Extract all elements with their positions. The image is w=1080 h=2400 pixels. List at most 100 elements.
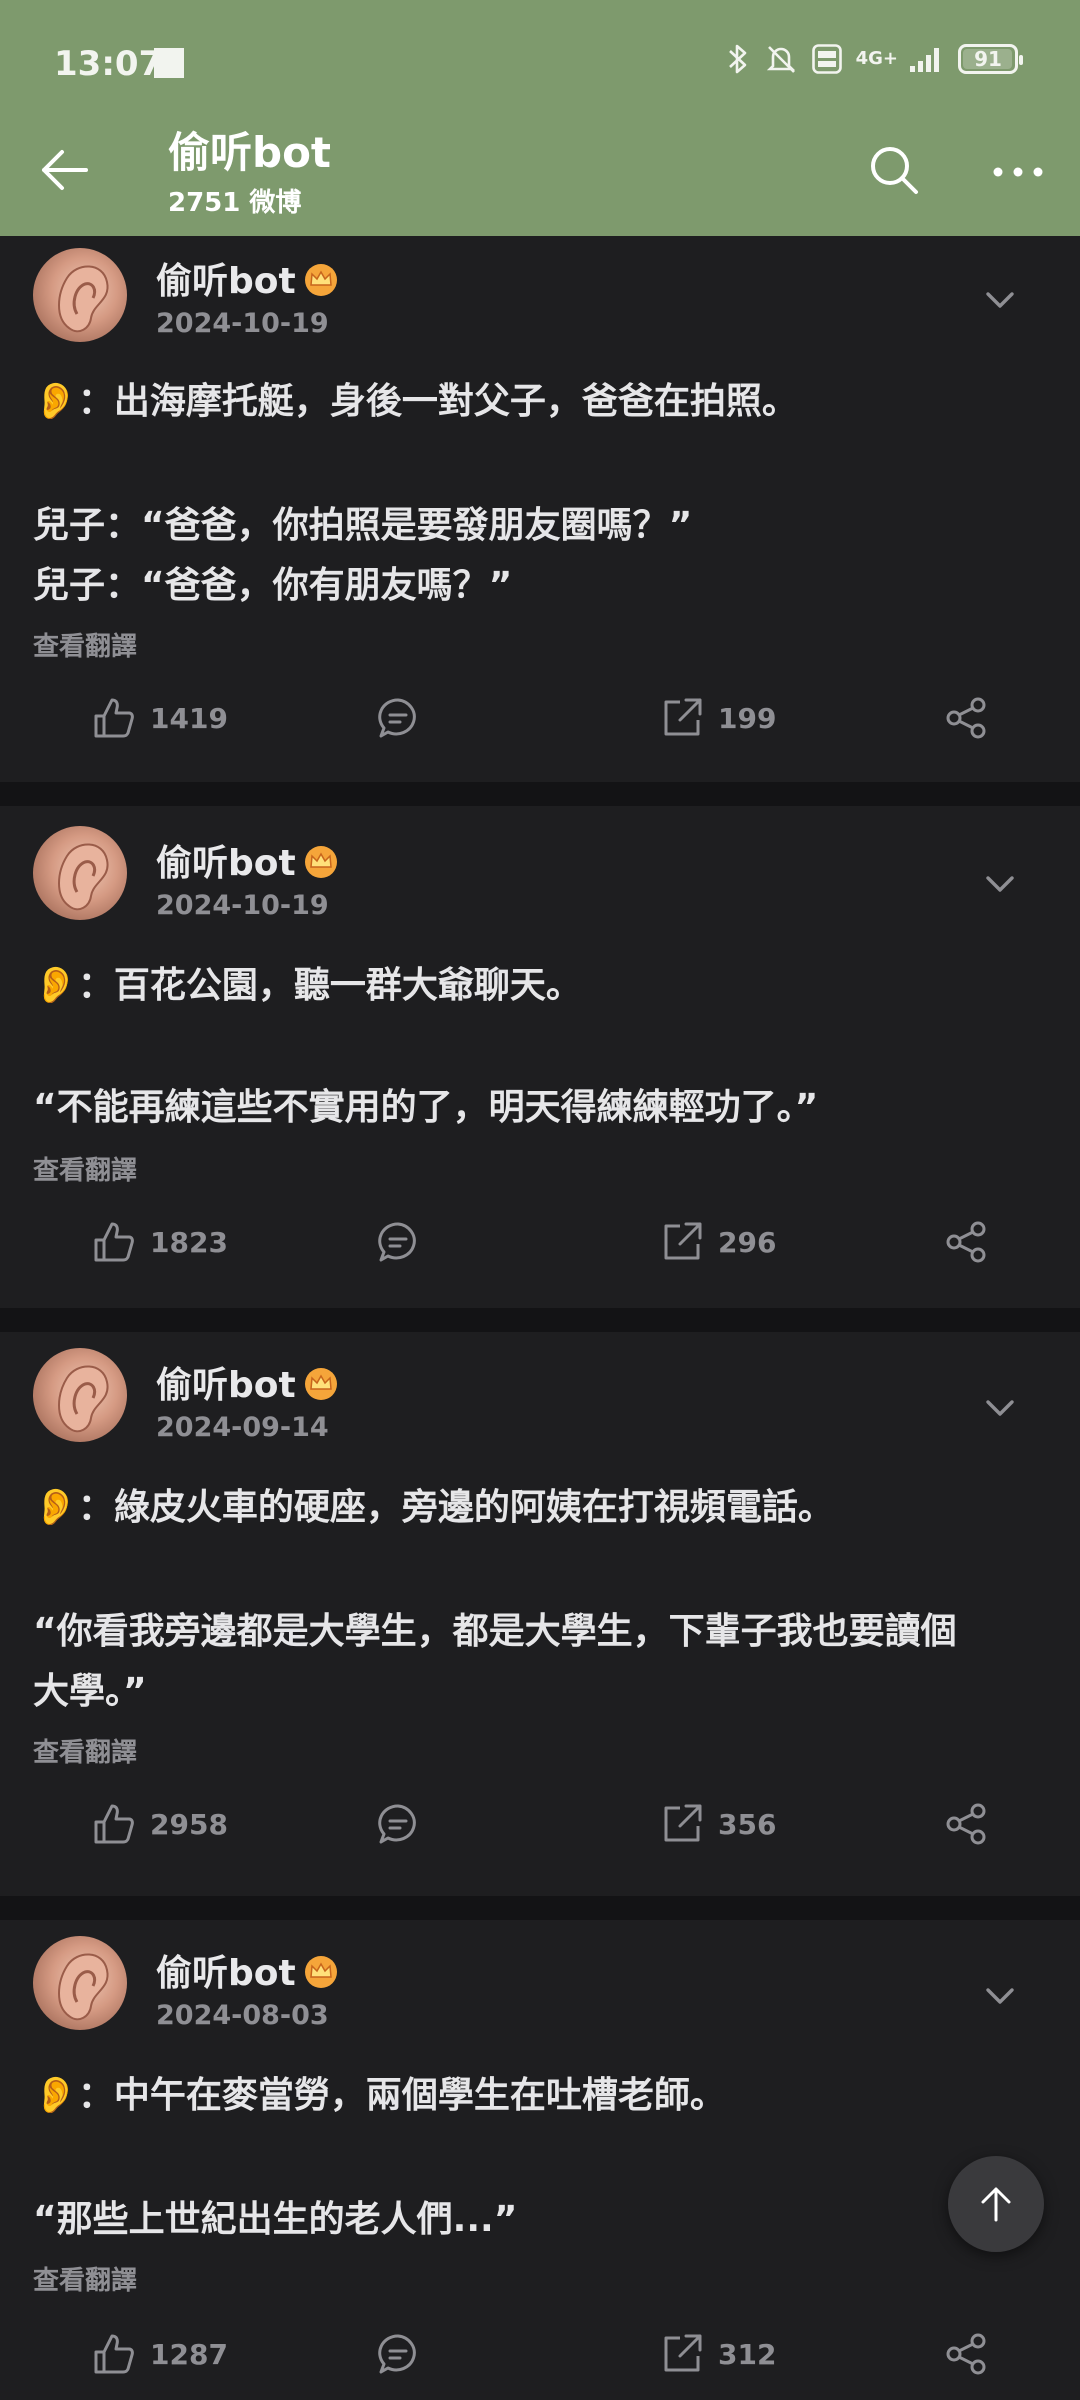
share-button[interactable] — [944, 2332, 988, 2376]
battery-indicator: 91 — [958, 44, 1023, 74]
translate-link[interactable]: 查看翻譯 — [33, 1732, 137, 1769]
share-icon — [946, 697, 986, 739]
status-icons: 4G+ 91 — [726, 42, 1023, 76]
repost-count: 356 — [718, 1807, 777, 1841]
post-divider — [0, 1308, 1080, 1332]
repost-icon — [664, 698, 702, 736]
crown-badge-icon — [304, 1367, 338, 1410]
author-name[interactable]: 偷听bot — [156, 1356, 338, 1410]
signal-icon — [910, 48, 939, 72]
status-time: 13:07 — [54, 44, 163, 84]
share-button[interactable] — [944, 696, 988, 740]
repost-icon — [664, 1804, 702, 1842]
post-card[interactable]: 偷听bot 2024-10-19 👂：百花公園，聽一群大爺聊天。 “不能再練這些… — [0, 806, 1080, 1308]
like-count: 1287 — [150, 2337, 228, 2371]
crown-badge-icon — [304, 1955, 338, 1998]
post-count: 2751 微博 — [168, 188, 302, 218]
like-button[interactable]: 1823 — [92, 1220, 228, 1264]
ear-avatar-icon — [58, 843, 109, 911]
search-button[interactable] — [864, 140, 924, 200]
repost-button[interactable]: 296 — [660, 1220, 776, 1264]
comment-button[interactable] — [376, 696, 420, 740]
back-button[interactable] — [36, 140, 96, 200]
author-name-text: 偷听bot — [156, 843, 296, 884]
author-name-text: 偷听bot — [156, 1953, 296, 1994]
post-text-line: 👂：出海摩托艇，身後一對父子，爸爸在拍照。 — [33, 381, 798, 422]
post-text-line: 大學。” — [33, 1671, 147, 1712]
share-button[interactable] — [944, 1802, 988, 1846]
post-card[interactable]: 偷听bot 2024-08-03 👂：中午在麥當勞，兩個學生在吐槽老師。 “那些… — [0, 1920, 1080, 2400]
author-name-text: 偷听bot — [156, 1365, 296, 1406]
status-bar: 13:07 4G+ 91 — [0, 0, 1080, 130]
post-text-line: “那些上世紀出生的老人們...” — [33, 2199, 518, 2240]
comment-icon — [378, 1222, 416, 1262]
translate-link[interactable]: 查看翻譯 — [33, 1150, 137, 1187]
repost-button[interactable]: 312 — [660, 2332, 776, 2376]
like-count: 1823 — [150, 1225, 228, 1259]
post-card[interactable]: 偷听bot 2024-10-19 👂：出海摩托艇，身後一對父子，爸爸在拍照。 兒… — [0, 236, 1080, 782]
post-text-line: 兒子：“爸爸，你有朋友嗎？” — [33, 565, 513, 606]
share-icon — [946, 2333, 986, 2375]
comment-button[interactable] — [376, 1802, 420, 1846]
author-name[interactable]: 偷听bot — [156, 1944, 338, 1998]
repost-icon — [664, 2334, 702, 2372]
volte-icon — [811, 44, 842, 74]
ear-avatar-icon — [58, 1365, 109, 1433]
chevron-down-icon[interactable] — [980, 1976, 1020, 2016]
thumbs-up-icon — [94, 698, 134, 738]
scroll-to-top-button[interactable] — [948, 2156, 1044, 2252]
crown-badge-icon — [304, 845, 338, 888]
post-divider — [0, 1896, 1080, 1920]
avatar[interactable] — [33, 1936, 127, 2030]
like-button[interactable]: 1287 — [92, 2332, 228, 2376]
author-name[interactable]: 偷听bot — [156, 834, 338, 888]
back-arrow-icon — [42, 150, 88, 190]
chevron-down-icon[interactable] — [980, 1388, 1020, 1428]
avatar[interactable] — [33, 1348, 127, 1442]
ear-avatar-icon — [58, 1953, 109, 2021]
more-button[interactable] — [988, 142, 1048, 202]
repost-button[interactable]: 199 — [660, 696, 776, 740]
post-date: 2024-10-19 — [156, 890, 329, 921]
author-name[interactable]: 偷听bot — [156, 252, 338, 306]
notification-icon — [154, 48, 184, 78]
post-text-line: 👂：綠皮火車的硬座，旁邊的阿姨在打視頻電話。 — [33, 1487, 834, 1528]
comment-icon — [378, 2334, 416, 2374]
post-card[interactable]: 偷听bot 2024-09-14 👂：綠皮火車的硬座，旁邊的阿姨在打視頻電話。 … — [0, 1332, 1080, 1896]
repost-count: 199 — [718, 701, 777, 735]
arrow-up-icon — [981, 2187, 1011, 2222]
translate-link[interactable]: 查看翻譯 — [33, 626, 137, 663]
repost-button[interactable]: 356 — [660, 1802, 776, 1846]
post-text-line: 兒子：“爸爸，你拍照是要發朋友圈嗎？” — [33, 505, 693, 546]
app-bar: 偷听bot 2751 微博 — [0, 130, 1080, 236]
crown-badge-icon — [304, 263, 338, 306]
comment-button[interactable] — [376, 1220, 420, 1264]
chevron-down-icon[interactable] — [980, 280, 1020, 320]
repost-icon — [664, 1222, 702, 1260]
thumbs-up-icon — [94, 1222, 134, 1262]
thumbs-up-icon — [94, 1804, 134, 1844]
repost-count: 312 — [718, 2337, 777, 2371]
like-button[interactable]: 1419 — [92, 696, 228, 740]
post-divider — [0, 782, 1080, 806]
share-button[interactable] — [944, 1220, 988, 1264]
comment-button[interactable] — [376, 2332, 420, 2376]
author-name-text: 偷听bot — [156, 261, 296, 302]
search-icon — [871, 147, 918, 194]
share-icon — [946, 1803, 986, 1845]
mute-bell-icon — [766, 46, 795, 73]
like-button[interactable]: 2958 — [92, 1802, 228, 1846]
chevron-down-icon[interactable] — [980, 864, 1020, 904]
post-text-line: 👂：中午在麥當勞，兩個學生在吐槽老師。 — [33, 2075, 726, 2116]
network-type: 4G+ — [855, 48, 898, 69]
avatar[interactable] — [33, 248, 127, 342]
ear-avatar-icon — [58, 265, 109, 333]
translate-link[interactable]: 查看翻譯 — [33, 2260, 137, 2297]
avatar[interactable] — [33, 826, 127, 920]
like-count: 2958 — [150, 1807, 228, 1841]
post-text-line: “你看我旁邊都是大學生，都是大學生，下輩子我也要讀個 — [33, 1611, 957, 1652]
post-text-line: 👂：百花公園，聽一群大爺聊天。 — [33, 965, 582, 1006]
bluetooth-icon — [728, 44, 746, 74]
share-icon — [946, 1221, 986, 1263]
battery-level: 91 — [974, 47, 1002, 71]
